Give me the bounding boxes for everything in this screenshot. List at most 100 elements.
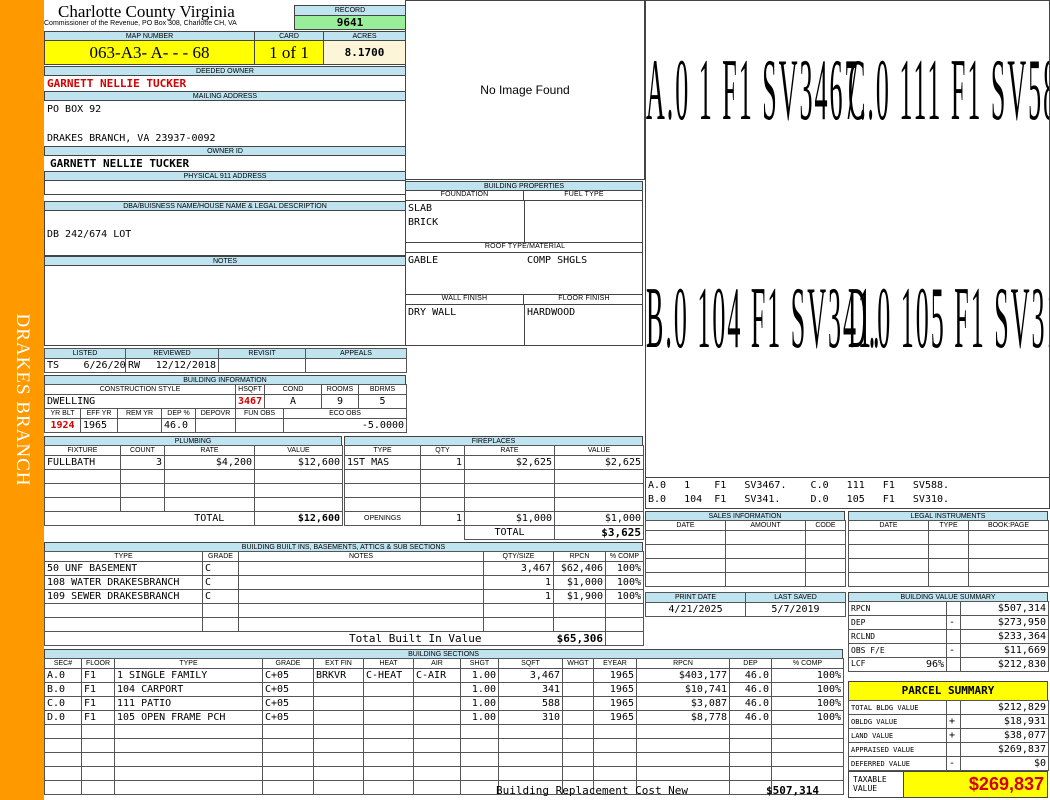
obs-sign: - xyxy=(946,643,961,658)
builtins-type-header: TYPE xyxy=(44,551,203,562)
table-row: 50 UNF BASEMENT C 3,467 $62,406 100% xyxy=(44,561,644,576)
listing-table: LISTED REVIEWED REVISIT APPEALS TS 6/26/… xyxy=(43,348,408,373)
dep-label: DEP xyxy=(848,615,947,630)
sketch-label-d: D.0 105 F1 SV310. xyxy=(848,269,1049,368)
listed-label: LISTED xyxy=(43,348,127,359)
eff-yr-label: EFF YR xyxy=(80,408,118,419)
reviewed-by: RW xyxy=(125,358,146,373)
sketch-label-c: C.0 111 F1 SV588. xyxy=(848,41,1049,140)
sketch-label-a: A.0 1 F1 SV3467. xyxy=(646,41,868,140)
fun-obs-label: FUN OBS xyxy=(235,408,285,419)
dep-sign: - xyxy=(946,615,961,630)
construction-style-label: CONSTRUCTION STYLE xyxy=(43,384,237,395)
deferred-sign: - xyxy=(946,756,961,771)
fireplace-type-header: TYPE xyxy=(344,445,421,456)
construction-style: DWELLING xyxy=(43,394,237,409)
comp-header: % COMP xyxy=(771,658,844,669)
rpcn-value: $507,314 xyxy=(960,601,1049,616)
sales-amount-header: AMOUNT xyxy=(725,520,806,531)
builtins-comp-header: % COMP xyxy=(605,551,644,562)
last-saved-label: LAST SAVED xyxy=(745,592,846,603)
bdrms-value: 5 xyxy=(358,394,408,409)
openings-label: OPENINGS xyxy=(344,511,421,526)
replacement-cost-value: $507,314 xyxy=(766,784,819,797)
rpcn-header: RPCN xyxy=(636,658,730,669)
sketch-legend-line-2: B.0 104 F1 SV341. D.0 105 F1 SV310. xyxy=(648,494,950,505)
total-bldg-label: TOTAL BLDG VALUE xyxy=(848,700,947,715)
lcf-label: LCF xyxy=(851,659,866,668)
taxable-label-1: TAXABLE xyxy=(853,775,887,784)
no-image-text: No Image Found xyxy=(480,83,570,97)
lcf-value: $212,830 xyxy=(960,657,1049,672)
deferred-label: DEFERRED VALUE xyxy=(848,756,947,771)
builtins-grade-header: GRADE xyxy=(202,551,239,562)
sales-date-header: DATE xyxy=(645,520,726,531)
land-value-label: LAND VALUE xyxy=(848,728,947,743)
table-row: FULLBATH 3 $4,200 $12,600 xyxy=(44,455,343,470)
legal-instruments-table: DATE TYPE BOOK:PAGE xyxy=(848,520,1049,587)
whgt-header: WHGT xyxy=(562,658,594,669)
building-info-table: CONSTRUCTION STYLE HSQFT COND ROOMS BDRM… xyxy=(43,384,408,433)
table-row: B.0 F1 104 CARPORT C+05 1.00 341 1965 $10,741 4… xyxy=(44,682,844,697)
dep-pct-label: DEP % xyxy=(161,408,196,419)
depovr-label: DEPOVR xyxy=(194,408,237,419)
plumbing-rate-header: RATE xyxy=(164,445,255,456)
sales-table: DATE AMOUNT CODE xyxy=(645,520,846,587)
fun-obs-value xyxy=(235,418,285,433)
fuel-type-label: FUEL TYPE xyxy=(524,191,642,201)
building-sketch: A.0 1 F1 SV3467. C.0 111 F1 SV588. B.0 1… xyxy=(645,0,1050,478)
fireplace-rate-header: RATE xyxy=(464,445,555,456)
obs-label: OBS F/E xyxy=(848,643,947,658)
plumbing-value-header: VALUE xyxy=(254,445,343,456)
notes-box xyxy=(44,265,406,346)
legal-type-header: TYPE xyxy=(928,520,969,531)
map-number: 063-A3- A- - - 68 xyxy=(44,40,255,65)
eco-obs-label: ECO OBS xyxy=(283,408,408,419)
revisit-label: REVISIT xyxy=(218,348,307,359)
builtins-table: TYPE GRADE NOTES QTY/SIZE RPCN % COMP 50… xyxy=(44,551,644,646)
listed-date: 6/26/2018 xyxy=(81,358,127,373)
fireplace-total: $3,625 xyxy=(554,525,644,540)
taxable-label-2: VALUE xyxy=(853,784,878,793)
obldg-label: OBLDG VALUE xyxy=(848,714,947,729)
taxable-value: $269,837 xyxy=(903,771,1048,798)
eff-yr-value: 1965 xyxy=(80,418,118,433)
dep-pct-value: 46.0 xyxy=(161,418,196,433)
deferred-value: $0 xyxy=(960,756,1049,771)
physical-address xyxy=(44,180,406,195)
obs-value: $11,669 xyxy=(960,643,1049,658)
wall-finish-label: WALL FINISH xyxy=(406,295,524,305)
property-image: No Image Found xyxy=(405,0,645,180)
owner-id-label: OWNER ID xyxy=(44,146,406,156)
parcel-summary-table: TOTAL BLDG VALUE $212,829 OBLDG VALUE + $18… xyxy=(848,700,1049,771)
builtins-rpcn-header: RPCN xyxy=(553,551,606,562)
acres-value: 8.1700 xyxy=(323,40,406,65)
rooms-label: ROOMS xyxy=(321,384,360,395)
sketch-label-b: B.0 104 F1 SV341. xyxy=(646,269,882,368)
fireplace-value-header: VALUE xyxy=(554,445,644,456)
roof-box: ROOF TYPE/MATERIAL GABLE COMP SHGLS xyxy=(405,242,643,295)
replacement-cost-label: Building Replacement Cost New xyxy=(496,784,689,797)
building-sections-table: SEC# FLOOR TYPE GRADE EXT FIN HEAT AIR S… xyxy=(44,658,844,795)
foundation-label: FOUNDATION xyxy=(406,191,524,201)
grade-header: GRADE xyxy=(262,658,314,669)
table-row: C.0 F1 111 PATIO C+05 1.00 588 1965 $3,087 46.0… xyxy=(44,696,844,711)
shgt-header: SHGT xyxy=(460,658,499,669)
rem-yr-value xyxy=(117,418,162,433)
plumbing-table: FIXTURE COUNT RATE VALUE FULLBATH 3 $4,2… xyxy=(44,445,343,526)
commissioner-address: Commissioner of the Revenue, PO Box 308,… xyxy=(44,20,237,27)
district-name: DRAKES BRANCH xyxy=(12,313,33,487)
lcf-pct: 96% xyxy=(925,659,944,670)
rclnd-label: RCLND xyxy=(848,629,947,644)
table-row: A.0 F1 1 SINGLE FAMILY C+05 BRKVR C-HEAT C-AIR… xyxy=(44,668,844,683)
foundation-1: SLAB xyxy=(408,203,433,214)
yr-blt-value: 1924 xyxy=(44,418,81,433)
type-header: TYPE xyxy=(114,658,263,669)
floor-finish: HARDWOOD xyxy=(527,307,576,318)
floor-header: FLOOR xyxy=(81,658,115,669)
legal-date-header: DATE xyxy=(848,520,929,531)
plumbing-fixture-header: FIXTURE xyxy=(44,445,121,456)
rem-yr-label: REM YR xyxy=(117,408,162,419)
openings-qty: 1 xyxy=(420,511,465,526)
sales-code-header: CODE xyxy=(805,520,846,531)
